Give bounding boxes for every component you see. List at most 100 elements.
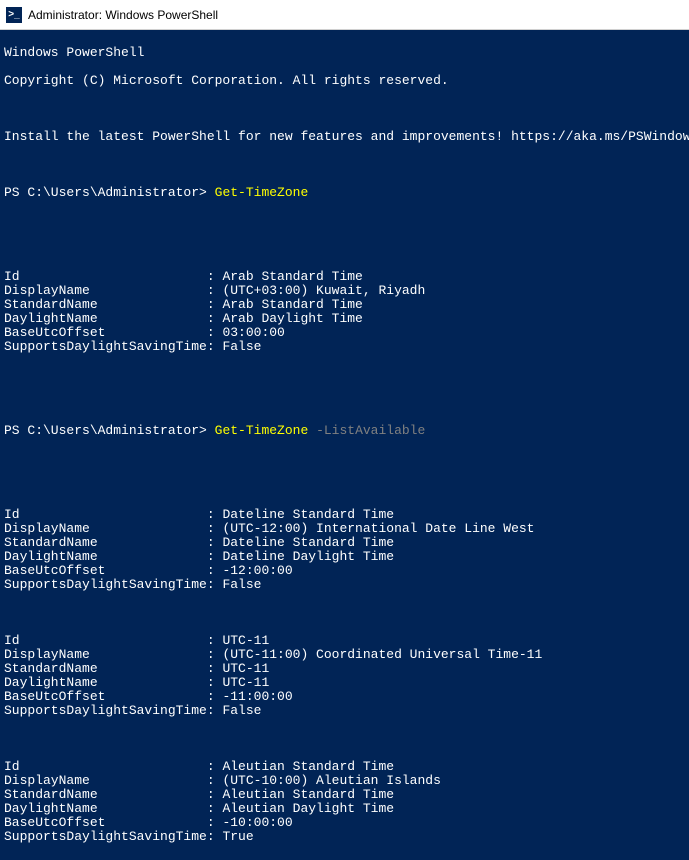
property-value: Arab Standard Time xyxy=(222,298,362,312)
install-line: Install the latest PowerShell for new fe… xyxy=(4,130,685,144)
property-separator: : xyxy=(207,284,223,298)
blank-line xyxy=(4,396,685,410)
property-value: Dateline Standard Time xyxy=(222,536,394,550)
property-separator: : xyxy=(207,522,223,536)
property-key: Id xyxy=(4,508,207,522)
property-value: UTC-11 xyxy=(222,676,269,690)
property-key: DisplayName xyxy=(4,774,207,788)
property-key: StandardName xyxy=(4,788,207,802)
property-separator: : xyxy=(207,578,223,592)
property-separator: : xyxy=(207,312,223,326)
property-separator: : xyxy=(207,760,223,774)
property-row: Id : Aleutian Standard Time xyxy=(4,760,685,774)
property-value: -12:00:00 xyxy=(222,564,292,578)
property-separator: : xyxy=(207,830,223,844)
terminal-output[interactable]: Windows PowerShell Copyright (C) Microso… xyxy=(0,30,689,860)
property-value: Dateline Standard Time xyxy=(222,508,394,522)
output-block-1: Id : Dateline Standard TimeDisplayName :… xyxy=(4,508,685,592)
property-separator: : xyxy=(207,536,223,550)
property-key: DaylightName xyxy=(4,550,207,564)
property-row: Id : Dateline Standard Time xyxy=(4,508,685,522)
property-key: Id xyxy=(4,634,207,648)
property-value: Arab Standard Time xyxy=(222,270,362,284)
property-value: False xyxy=(222,704,261,718)
property-separator: : xyxy=(207,690,223,704)
property-value: (UTC-10:00) Aleutian Islands xyxy=(222,774,440,788)
property-value: Aleutian Standard Time xyxy=(222,788,394,802)
property-key: DaylightName xyxy=(4,312,207,326)
property-separator: : xyxy=(207,816,223,830)
property-value: Aleutian Daylight Time xyxy=(222,802,394,816)
property-separator: : xyxy=(207,676,223,690)
prompt: PS C:\Users\Administrator> xyxy=(4,423,215,438)
property-row: BaseUtcOffset : -11:00:00 xyxy=(4,690,685,704)
property-key: DaylightName xyxy=(4,802,207,816)
property-separator: : xyxy=(207,270,223,284)
property-separator: : xyxy=(207,662,223,676)
property-key: StandardName xyxy=(4,536,207,550)
property-row: BaseUtcOffset : 03:00:00 xyxy=(4,326,685,340)
powershell-icon: >_ xyxy=(6,7,22,23)
property-value: (UTC-11:00) Coordinated Universal Time-1… xyxy=(222,648,542,662)
property-separator: : xyxy=(207,508,223,522)
property-value: True xyxy=(222,830,253,844)
blank-line xyxy=(4,214,685,228)
property-separator: : xyxy=(207,788,223,802)
property-row: DisplayName : (UTC+03:00) Kuwait, Riyadh xyxy=(4,284,685,298)
property-value: Dateline Daylight Time xyxy=(222,550,394,564)
output-block-3: Id : Aleutian Standard TimeDisplayName :… xyxy=(4,760,685,844)
blank-line xyxy=(4,452,685,466)
property-value: (UTC-12:00) International Date Line West xyxy=(222,522,534,536)
property-key: SupportsDaylightSavingTime xyxy=(4,704,207,718)
property-row: StandardName : Aleutian Standard Time xyxy=(4,788,685,802)
property-row: SupportsDaylightSavingTime: False xyxy=(4,704,685,718)
property-row: SupportsDaylightSavingTime: True xyxy=(4,830,685,844)
property-key: BaseUtcOffset xyxy=(4,690,207,704)
command-param: -ListAvailable xyxy=(308,423,425,438)
blank-line xyxy=(4,158,685,172)
property-separator: : xyxy=(207,298,223,312)
property-separator: : xyxy=(207,340,223,354)
property-key: Id xyxy=(4,760,207,774)
property-row: Id : Arab Standard Time xyxy=(4,270,685,284)
blank-line xyxy=(4,242,685,256)
command-line-2: PS C:\Users\Administrator> Get-TimeZone … xyxy=(4,424,685,438)
property-key: SupportsDaylightSavingTime xyxy=(4,830,207,844)
property-separator: : xyxy=(207,704,223,718)
property-row: DaylightName : Arab Daylight Time xyxy=(4,312,685,326)
property-row: DaylightName : Dateline Daylight Time xyxy=(4,550,685,564)
property-value: 03:00:00 xyxy=(222,326,284,340)
property-separator: : xyxy=(207,648,223,662)
blank-line xyxy=(4,732,685,746)
property-row: StandardName : Arab Standard Time xyxy=(4,298,685,312)
header-line: Windows PowerShell xyxy=(4,46,685,60)
property-row: DaylightName : UTC-11 xyxy=(4,676,685,690)
property-key: SupportsDaylightSavingTime xyxy=(4,578,207,592)
property-row: BaseUtcOffset : -10:00:00 xyxy=(4,816,685,830)
property-key: BaseUtcOffset xyxy=(4,816,207,830)
property-key: StandardName xyxy=(4,662,207,676)
property-value: False xyxy=(222,578,261,592)
property-separator: : xyxy=(207,564,223,578)
property-separator: : xyxy=(207,802,223,816)
titlebar: >_ Administrator: Windows PowerShell xyxy=(0,0,689,30)
output-block-2: Id : UTC-11DisplayName : (UTC-11:00) Coo… xyxy=(4,634,685,718)
property-separator: : xyxy=(207,774,223,788)
property-value: UTC-11 xyxy=(222,634,269,648)
property-key: Id xyxy=(4,270,207,284)
property-value: Aleutian Standard Time xyxy=(222,760,394,774)
property-value: UTC-11 xyxy=(222,662,269,676)
copyright-line: Copyright (C) Microsoft Corporation. All… xyxy=(4,74,685,88)
property-separator: : xyxy=(207,634,223,648)
property-separator: : xyxy=(207,326,223,340)
blank-line xyxy=(4,606,685,620)
property-row: StandardName : Dateline Standard Time xyxy=(4,536,685,550)
property-key: BaseUtcOffset xyxy=(4,326,207,340)
property-key: StandardName xyxy=(4,298,207,312)
property-row: DaylightName : Aleutian Daylight Time xyxy=(4,802,685,816)
property-key: BaseUtcOffset xyxy=(4,564,207,578)
blank-line xyxy=(4,102,685,116)
output-block-0: Id : Arab Standard TimeDisplayName : (UT… xyxy=(4,270,685,354)
property-row: Id : UTC-11 xyxy=(4,634,685,648)
command-line-1: PS C:\Users\Administrator> Get-TimeZone xyxy=(4,186,685,200)
